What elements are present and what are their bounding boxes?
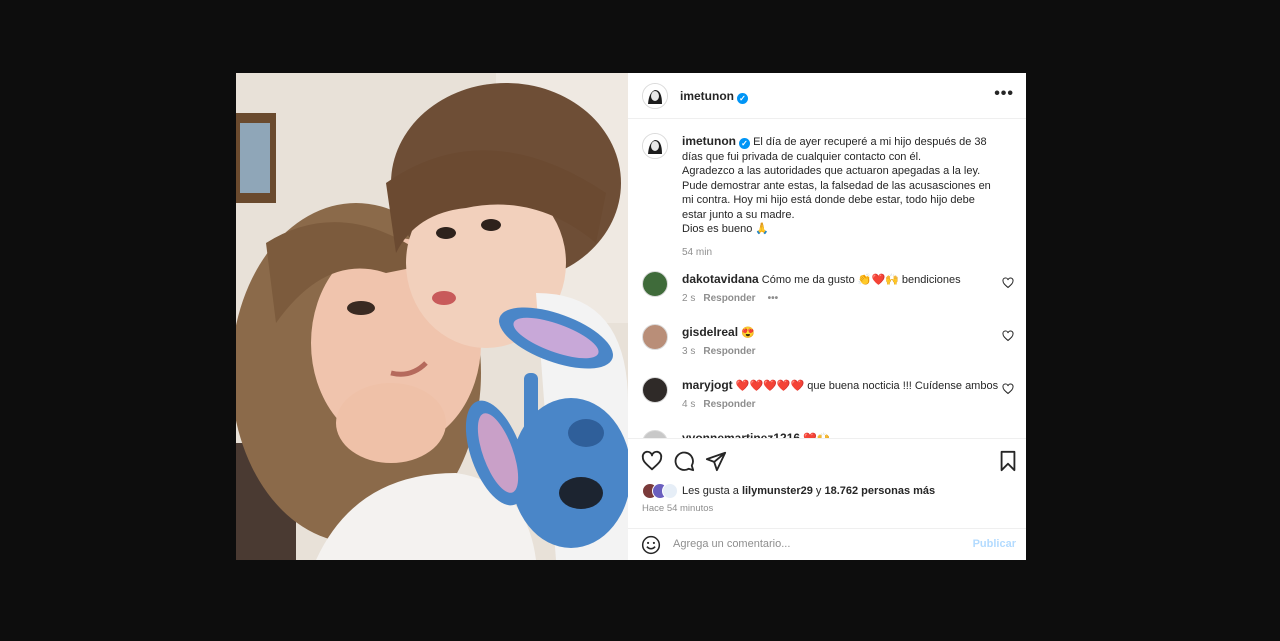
comment-time[interactable]: 3 s	[682, 346, 695, 357]
selfie-photo	[236, 73, 628, 560]
liker-avatar	[662, 483, 678, 499]
comment-like-heart-icon[interactable]	[1002, 330, 1014, 342]
likes-prefix: Les gusta a	[682, 484, 742, 497]
caption-timestamp[interactable]: 54 min	[682, 246, 1018, 261]
caption-author-name-text: imetunon	[682, 134, 736, 148]
comment-text: dakotavidana Cómo me da gusto 👏❤️🙌 bendi…	[682, 272, 961, 286]
author-name-text: imetunon	[680, 89, 734, 103]
caption-line: días que fui privada de cualquier contac…	[682, 150, 922, 163]
post-header: imetunon ✓ •••	[628, 73, 1026, 119]
author-username[interactable]: imetunon ✓	[680, 89, 748, 104]
comment-text: gisdelreal 😍	[682, 325, 755, 339]
reply-button[interactable]: Responder	[703, 399, 755, 410]
caption-line: Agradezco a las autoridades que actuaron…	[682, 165, 981, 177]
comment-item: dakotavidana Cómo me da gusto 👏❤️🙌 bendi…	[642, 271, 1014, 311]
comment-like-heart-icon[interactable]	[1002, 277, 1014, 289]
comment-like-heart-icon[interactable]	[1002, 383, 1014, 395]
commenter-username[interactable]: yvonnemartinez1216	[682, 431, 800, 438]
more-options-icon[interactable]: •••	[994, 85, 1014, 103]
likes-summary[interactable]: Les gusta a lilymunster29 y 18.762 perso…	[642, 483, 935, 499]
reply-button[interactable]: Responder	[703, 293, 755, 304]
caption-line: Pude demostrar ante estas, la falsedad d…	[682, 179, 991, 192]
likes-user[interactable]: lilymunster29	[742, 485, 813, 497]
comment-text: maryjogt ❤️❤️❤️❤️❤️ que buena nocticia !…	[682, 378, 998, 392]
comment-body: Cómo me da gusto 👏❤️🙌 bendiciones	[761, 274, 961, 286]
bookmark-icon[interactable]	[998, 450, 1018, 472]
commenter-avatar[interactable]	[642, 430, 668, 438]
commenter-avatar[interactable]	[642, 271, 668, 297]
comment-input[interactable]	[673, 533, 963, 555]
commenter-username[interactable]: dakotavidana	[682, 272, 759, 286]
caption-author-avatar[interactable]	[642, 133, 668, 159]
comment-meta: 2 s Responder •••	[682, 293, 778, 304]
smiley-icon[interactable]	[641, 535, 661, 555]
comment-item: maryjogt ❤️❤️❤️❤️❤️ que buena nocticia !…	[642, 377, 1014, 417]
author-avatar[interactable]	[642, 83, 668, 109]
comment-meta: 3 s Responder	[682, 346, 756, 357]
comment-item: yvonnemartinez1216 ❤️🙌	[642, 430, 1014, 438]
comment-item: gisdelreal 😍 3 s Responder	[642, 324, 1014, 364]
likes-count[interactable]: 18.762 personas más	[824, 485, 935, 497]
post-actions: Les gusta a lilymunster29 y 18.762 perso…	[628, 438, 1026, 528]
verified-badge-icon: ✓	[737, 93, 748, 104]
publish-button[interactable]: Publicar	[973, 538, 1016, 550]
comment-meta: 4 s Responder	[682, 399, 756, 410]
heart-icon[interactable]	[641, 450, 663, 472]
commenter-username[interactable]: maryjogt	[682, 378, 733, 392]
likes-mid: y	[812, 484, 825, 497]
comment-text: yvonnemartinez1216 ❤️🙌	[682, 431, 831, 438]
comments-scroll-area[interactable]: imetunon ✓ El día de ayer recuperé a mi h…	[628, 120, 1026, 438]
caption-verified-badge-icon: ✓	[739, 138, 750, 149]
commenter-avatar[interactable]	[642, 324, 668, 350]
share-icon[interactable]	[705, 450, 727, 472]
caption-author-username[interactable]: imetunon ✓	[682, 134, 750, 149]
post-timestamp[interactable]: Hace 54 minutos	[642, 503, 713, 514]
comment-options-icon[interactable]: •••	[768, 293, 779, 304]
post-photo[interactable]	[236, 73, 628, 560]
caption-body: imetunon ✓ El día de ayer recuperé a mi h…	[682, 134, 1018, 260]
liker-avatars	[642, 483, 678, 499]
comment-body: ❤️❤️❤️❤️❤️ que buena nocticia !!! Cuíden…	[735, 380, 999, 392]
caption-line: mi contra. Hoy mi hijo está donde debe e…	[682, 194, 975, 206]
add-comment-bar: Publicar	[628, 528, 1026, 560]
post-panel: imetunon ✓ ••• imetunon ✓ El día de ayer r…	[628, 73, 1026, 560]
commenter-username[interactable]: gisdelreal	[682, 325, 738, 339]
comment-time[interactable]: 2 s	[682, 293, 695, 304]
commenter-avatar[interactable]	[642, 377, 668, 403]
comment-time[interactable]: 4 s	[682, 399, 695, 410]
comment-icon[interactable]	[673, 450, 695, 472]
reply-button[interactable]: Responder	[703, 346, 755, 357]
comment-body: 😍	[741, 327, 755, 339]
caption-line: El día de ayer recuperé a mi hijo despué…	[753, 136, 987, 148]
caption-line: Dios es bueno 🙏	[682, 223, 770, 235]
caption-line: estar junto a su madre.	[682, 208, 795, 221]
